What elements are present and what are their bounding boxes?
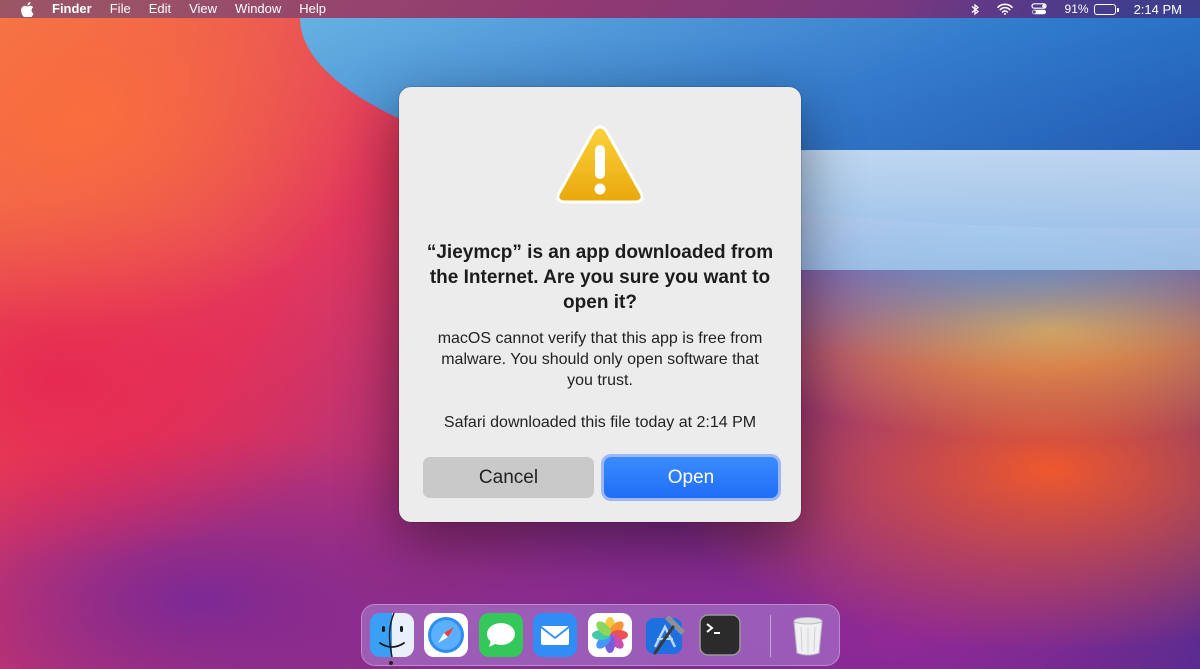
mail-icon (533, 613, 577, 657)
dock-safari[interactable] (424, 613, 468, 657)
control-center-icon[interactable] (1030, 3, 1047, 15)
xcode-icon (646, 615, 685, 655)
open-button[interactable]: Open (604, 457, 778, 498)
dock-divider (770, 615, 771, 657)
dock-trash[interactable] (786, 613, 830, 657)
finder-icon (370, 613, 414, 657)
gatekeeper-alert-dialog: “Jieymcp” is an app downloaded from the … (399, 87, 801, 522)
dock-terminal[interactable] (698, 613, 742, 657)
menu-window[interactable]: Window (235, 0, 281, 18)
menu-edit[interactable]: Edit (149, 0, 171, 18)
menu-bar: Finder File Edit View Window Help 91% 2:… (0, 0, 1200, 18)
battery-icon (1093, 3, 1119, 15)
battery-percent: 91% (1064, 2, 1089, 16)
dock-photos[interactable] (588, 613, 632, 657)
battery-status[interactable]: 91% (1064, 2, 1119, 16)
bluetooth-icon[interactable] (971, 3, 979, 16)
finder-running-indicator (389, 661, 393, 665)
photos-icon (588, 613, 632, 657)
menu-bar-status-area: 91% 2:14 PM (971, 0, 1182, 18)
warning-triangle-icon (556, 125, 644, 204)
dock-messages[interactable] (479, 613, 523, 657)
menu-help[interactable]: Help (299, 0, 326, 18)
menu-file[interactable]: File (110, 0, 131, 18)
menu-app-finder[interactable]: Finder (52, 0, 92, 18)
dock-finder[interactable] (370, 613, 414, 657)
dock-mail[interactable] (533, 613, 577, 657)
messages-icon (479, 613, 523, 657)
terminal-icon (699, 614, 741, 656)
menu-bar-clock[interactable]: 2:14 PM (1134, 2, 1182, 17)
safari-icon (424, 613, 468, 657)
menu-view[interactable]: View (189, 0, 217, 18)
dialog-download-source: Safari downloaded this file today at 2:1… (443, 414, 757, 431)
cancel-button[interactable]: Cancel (423, 457, 594, 498)
wifi-icon[interactable] (996, 3, 1013, 15)
dock (361, 604, 840, 666)
apple-logo-icon[interactable] (18, 1, 36, 17)
dock-xcode[interactable] (643, 613, 687, 657)
dialog-message: macOS cannot verify that this app is fre… (437, 330, 763, 389)
dialog-title: “Jieymcp” is an app downloaded from the … (426, 242, 774, 313)
trash-icon (793, 617, 823, 656)
